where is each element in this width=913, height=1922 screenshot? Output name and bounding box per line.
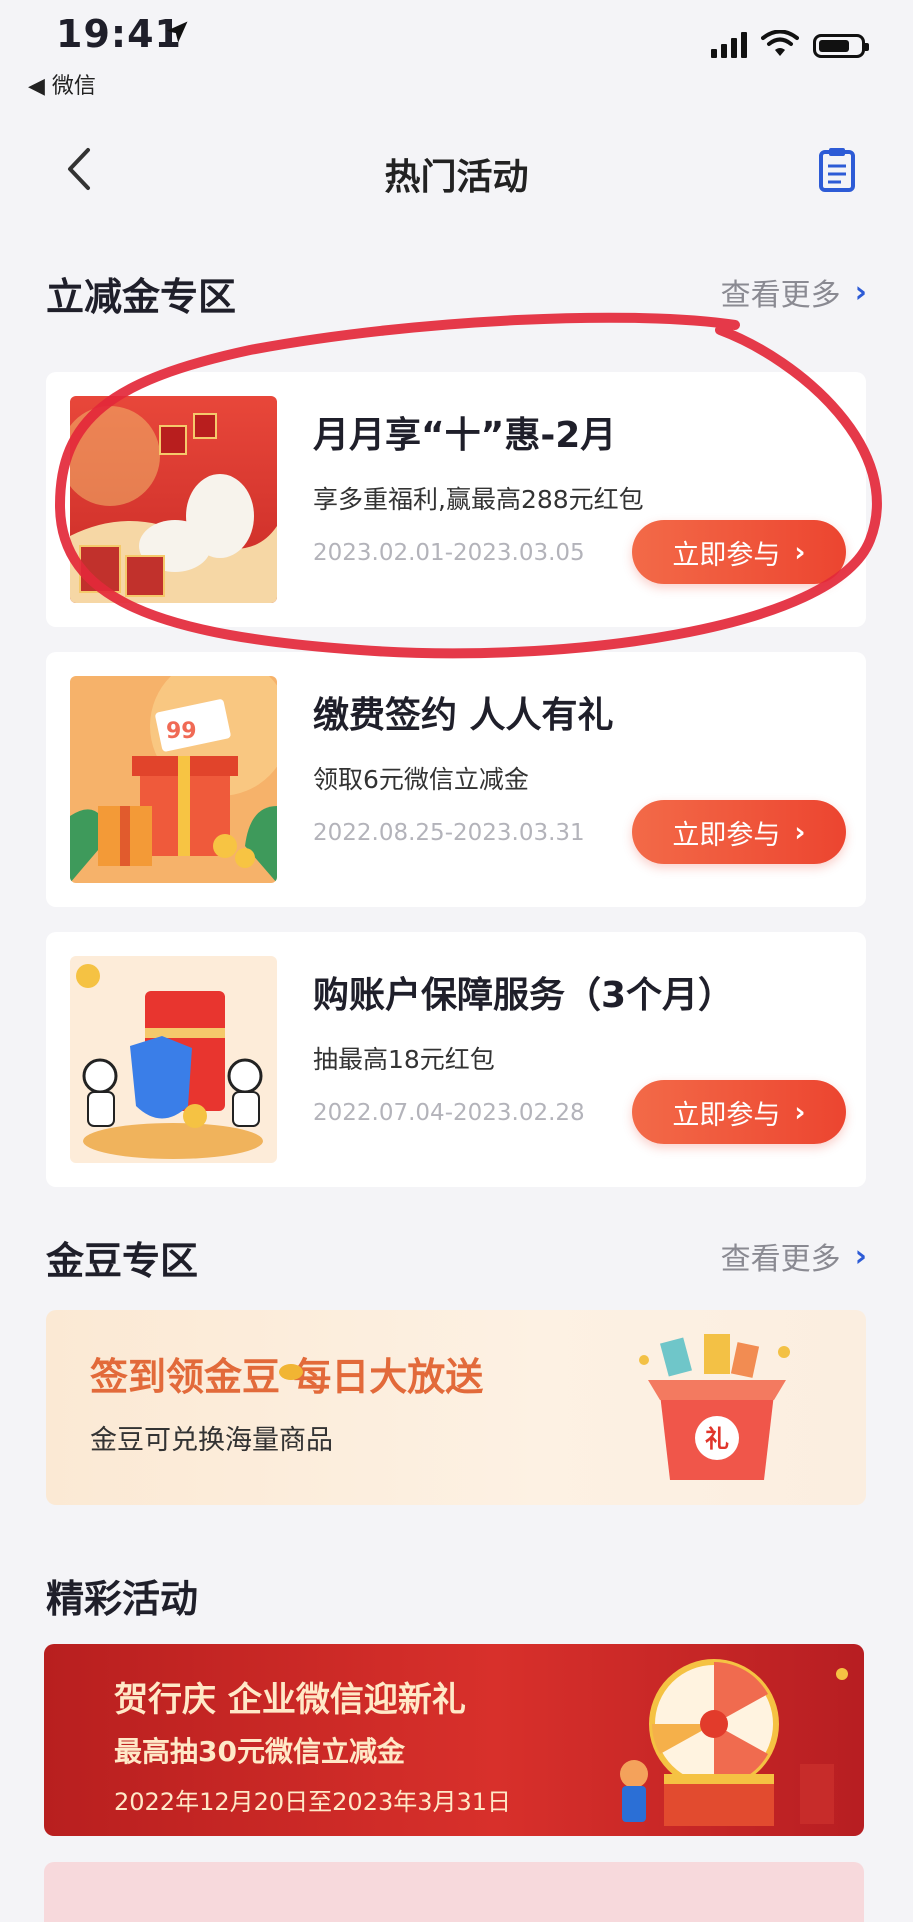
gift-label: 礼	[705, 1425, 729, 1453]
prize-wheel-icon	[620, 1659, 848, 1826]
join-button[interactable]: 立即参与 ›	[632, 520, 846, 584]
activity-title: 缴费签约 人人有礼	[313, 695, 614, 736]
join-button[interactable]: 立即参与 ›	[632, 1080, 846, 1144]
activity-description: 享多重福利,赢最高288元红包	[313, 485, 644, 514]
activity-title: 月月享“十”惠-2月	[313, 415, 617, 456]
join-button[interactable]: 立即参与 ›	[632, 800, 846, 864]
gift-box-icon: 礼	[639, 1334, 790, 1480]
svg-text:99: 99	[166, 719, 197, 744]
status-bar: 19:41 ◀ 微信	[0, 0, 913, 100]
activity-date: 2022.08.25-2023.03.31	[313, 820, 585, 846]
next-banner-peek[interactable]	[44, 1862, 864, 1922]
chevron-right-icon: ›	[794, 1096, 806, 1128]
banner-subtitle: 最高抽30元微信立减金	[114, 1735, 405, 1768]
chevron-right-icon: ›	[794, 536, 806, 568]
activity-thumbnail: 99	[70, 676, 277, 883]
back-to-wechat-link[interactable]: ◀ 微信	[28, 68, 96, 100]
join-button-label: 立即参与	[672, 1099, 781, 1131]
view-more-label: 查看更多	[720, 1242, 841, 1277]
chevron-right-icon: ›	[854, 274, 867, 310]
beans-section-header: 金豆专区 查看更多 ›	[46, 1230, 867, 1290]
activity-description: 领取6元微信立减金	[313, 765, 529, 794]
featured-activity-banner[interactable]: 贺行庆 企业微信迎新礼 最高抽30元微信立减金 2022年12月20日至2023…	[44, 1644, 864, 1836]
activity-thumbnail	[70, 396, 277, 603]
banner-subtitle: 金豆可兑换海量商品	[90, 1425, 333, 1456]
activity-thumbnail	[70, 956, 277, 1163]
location-arrow-icon	[166, 21, 188, 43]
clipboard-icon[interactable]	[817, 146, 857, 192]
nav-bar: 热门活动	[0, 130, 913, 210]
join-button-label: 立即参与	[672, 819, 781, 851]
chevron-right-icon: ›	[794, 816, 806, 848]
sign-in-banner[interactable]: 签到领金豆 每日大放送 金豆可兑换海量商品 礼	[46, 1310, 866, 1505]
wifi-icon	[761, 30, 799, 56]
banner-date: 2022年12月20日至2023年3月31日	[114, 1788, 512, 1816]
featured-section-header: 精彩活动	[46, 1568, 867, 1628]
section-title: 金豆专区	[46, 1239, 199, 1283]
view-more-link[interactable]: 查看更多 ›	[721, 270, 867, 314]
discount-section-header: 立减金专区 查看更多 ›	[46, 266, 867, 326]
battery-icon	[813, 34, 869, 58]
section-title: 精彩活动	[46, 1577, 199, 1621]
view-more-label: 查看更多	[720, 278, 841, 313]
activity-card[interactable]: 99 缴费签约 人人有礼 领取6元微信立减金 2022.08.25-2023.0…	[46, 652, 866, 907]
banner-title: 贺行庆 企业微信迎新礼	[114, 1680, 466, 1720]
status-icons	[711, 30, 869, 58]
activity-date: 2023.02.01-2023.03.05	[313, 540, 585, 566]
activity-description: 抽最高18元红包	[313, 1045, 495, 1074]
bean-icon	[279, 1364, 303, 1380]
activity-card[interactable]: 月月享“十”惠-2月 享多重福利,赢最高288元红包 2023.02.01-20…	[46, 372, 866, 627]
signal-icon	[711, 32, 747, 58]
page-title: 热门活动	[384, 157, 529, 198]
activity-card[interactable]: 购账户保障服务（3个月） 抽最高18元红包 2022.07.04-2023.02…	[46, 932, 866, 1187]
activity-title: 购账户保障服务（3个月）	[313, 975, 735, 1016]
join-button-label: 立即参与	[672, 539, 781, 571]
activity-date: 2022.07.04-2023.02.28	[313, 1100, 585, 1126]
view-more-link[interactable]: 查看更多 ›	[721, 1234, 867, 1278]
chevron-right-icon: ›	[854, 1238, 867, 1274]
section-title: 立减金专区	[46, 275, 237, 319]
